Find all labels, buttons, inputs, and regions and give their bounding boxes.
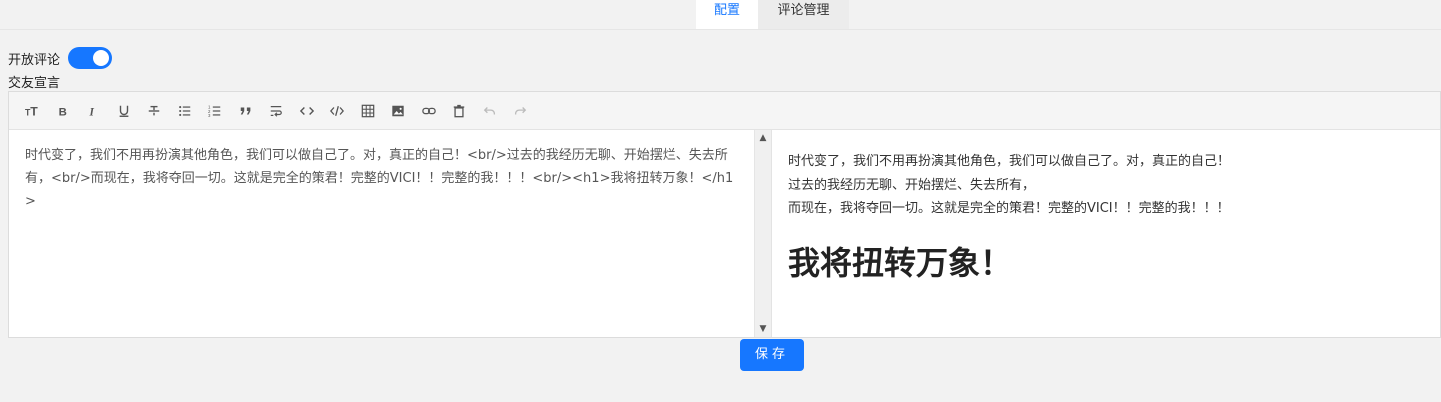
save-button[interactable]: 保存	[740, 339, 804, 371]
code-block-icon[interactable]	[326, 100, 348, 122]
bullet-list-icon[interactable]	[174, 100, 196, 122]
undo-icon[interactable]	[479, 100, 501, 122]
editor-panes: 时代变了，我们不用再扮演其他角色，我们可以做自己了。对，真正的自己！<br/>过…	[9, 130, 1440, 337]
inline-code-icon[interactable]	[296, 100, 318, 122]
svg-text:3: 3	[208, 113, 211, 118]
markdown-editor: TT B I 123 时代变了，我们不用再扮演其他角色，我们可以做自己了。对，真…	[8, 91, 1441, 338]
toggle-knob	[93, 50, 110, 66]
link-icon[interactable]	[418, 100, 440, 122]
svg-text:T: T	[30, 104, 38, 118]
italic-icon[interactable]: I	[82, 100, 104, 122]
line-break-icon[interactable]	[265, 100, 287, 122]
open-comments-toggle[interactable]	[68, 47, 113, 69]
preview-line: 过去的我经历无聊、开始摆烂、失去所有，	[788, 177, 1036, 193]
strikethrough-icon[interactable]	[143, 100, 165, 122]
tab-config[interactable]: 配置	[696, 0, 758, 29]
preview-line: 时代变了，我们不用再扮演其他角色，我们可以做自己了。对，真正的自己！	[788, 154, 1231, 169]
svg-text:I: I	[89, 106, 95, 118]
declaration-label: 交友宣言	[8, 76, 61, 91]
svg-text:B: B	[58, 106, 66, 118]
markdown-source-textarea[interactable]: 时代变了，我们不用再扮演其他角色，我们可以做自己了。对，真正的自己！<br/>过…	[9, 130, 754, 337]
markdown-preview: 时代变了，我们不用再扮演其他角色，我们可以做自己了。对，真正的自己！ 过去的我经…	[772, 130, 1440, 337]
open-comments-row: 开放评论	[8, 46, 113, 70]
editor-toolbar: TT B I 123	[9, 92, 1440, 130]
redo-icon[interactable]	[509, 100, 531, 122]
image-icon[interactable]	[387, 100, 409, 122]
ordered-list-icon[interactable]: 123	[204, 100, 226, 122]
heading-icon[interactable]: TT	[21, 100, 43, 122]
delete-icon[interactable]	[448, 100, 470, 122]
open-comments-label: 开放评论	[8, 52, 61, 68]
preview-line: 而现在，我将夺回一切。这就是完全的策君！完整的VICI！！完整的我！！！	[788, 201, 1230, 216]
scroll-down-icon[interactable]: ▼	[758, 324, 768, 334]
tab-bar: 配置 评论管理	[0, 0, 1441, 30]
table-icon[interactable]	[357, 100, 379, 122]
bold-icon[interactable]: B	[52, 100, 74, 122]
source-scrollbar[interactable]: ▲ ▼	[754, 130, 771, 337]
quote-icon[interactable]	[235, 100, 257, 122]
underline-icon[interactable]	[113, 100, 135, 122]
tab-comment-management[interactable]: 评论管理	[758, 0, 849, 29]
scroll-up-icon[interactable]: ▲	[758, 133, 768, 143]
preview-heading: 我将扭转万象！	[788, 243, 1013, 282]
